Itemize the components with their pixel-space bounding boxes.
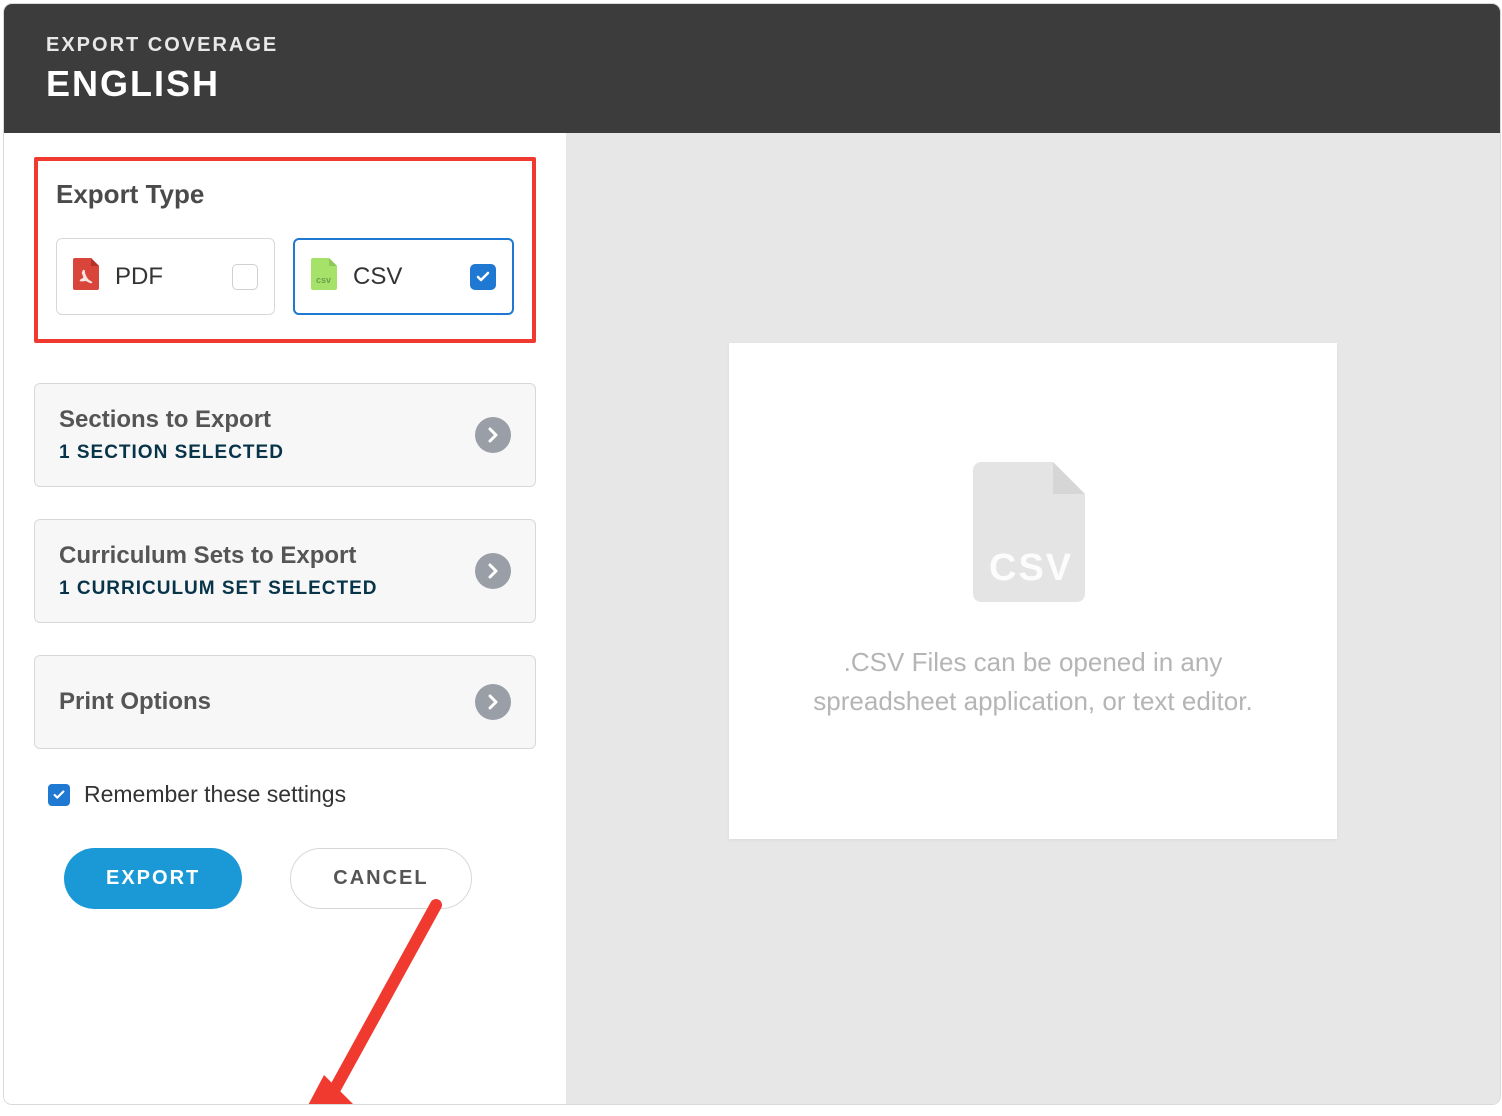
- header-title: ENGLISH: [46, 63, 1458, 105]
- csv-file-icon: csv: [311, 258, 339, 295]
- modal-header: EXPORT COVERAGE ENGLISH: [4, 4, 1500, 133]
- csv-checkbox[interactable]: [470, 264, 496, 290]
- export-button[interactable]: EXPORT: [64, 848, 242, 909]
- preview-panel: CSV .CSV Files can be opened in any spre…: [566, 133, 1500, 1104]
- chevron-right-icon: [475, 553, 511, 589]
- remember-settings-row: Remember these settings: [48, 781, 536, 808]
- remember-checkbox[interactable]: [48, 784, 70, 806]
- remember-label: Remember these settings: [84, 781, 346, 808]
- csv-label: CSV: [353, 263, 402, 291]
- cancel-button[interactable]: CANCEL: [290, 848, 471, 909]
- csv-preview-icon: CSV: [973, 462, 1093, 607]
- header-subtitle: EXPORT COVERAGE: [46, 34, 1458, 57]
- pdf-label: PDF: [115, 263, 163, 291]
- sections-to-export-row[interactable]: Sections to Export 1 SECTION SELECTED: [34, 383, 536, 487]
- curriculum-sets-row[interactable]: Curriculum Sets to Export 1 CURRICULUM S…: [34, 519, 536, 623]
- preview-card: CSV .CSV Files can be opened in any spre…: [729, 343, 1337, 839]
- chevron-right-icon: [475, 684, 511, 720]
- action-buttons: EXPORT CANCEL: [64, 848, 536, 909]
- modal-body: Export Type PDF: [4, 133, 1500, 1104]
- left-panel: Export Type PDF: [4, 133, 566, 1104]
- export-type-pdf[interactable]: PDF: [56, 238, 275, 315]
- print-options-row[interactable]: Print Options: [34, 655, 536, 749]
- svg-text:csv: csv: [316, 275, 331, 285]
- curriculum-title: Curriculum Sets to Export: [59, 542, 377, 570]
- chevron-right-icon: [475, 417, 511, 453]
- curriculum-subtitle: 1 CURRICULUM SET SELECTED: [59, 578, 377, 600]
- print-options-title: Print Options: [59, 688, 211, 716]
- export-type-section: Export Type PDF: [34, 157, 536, 343]
- sections-title: Sections to Export: [59, 406, 284, 434]
- pdf-file-icon: [73, 258, 101, 295]
- export-type-csv[interactable]: csv CSV: [293, 238, 514, 315]
- export-type-options: PDF csv: [56, 238, 514, 315]
- export-modal: EXPORT COVERAGE ENGLISH Export Type: [4, 4, 1500, 1104]
- preview-text: .CSV Files can be opened in any spreadsh…: [773, 643, 1293, 721]
- pdf-checkbox[interactable]: [232, 264, 258, 290]
- annotation-arrow-icon: [286, 885, 456, 1104]
- export-type-title: Export Type: [56, 179, 514, 210]
- svg-text:CSV: CSV: [989, 547, 1073, 589]
- sections-subtitle: 1 SECTION SELECTED: [59, 442, 284, 464]
